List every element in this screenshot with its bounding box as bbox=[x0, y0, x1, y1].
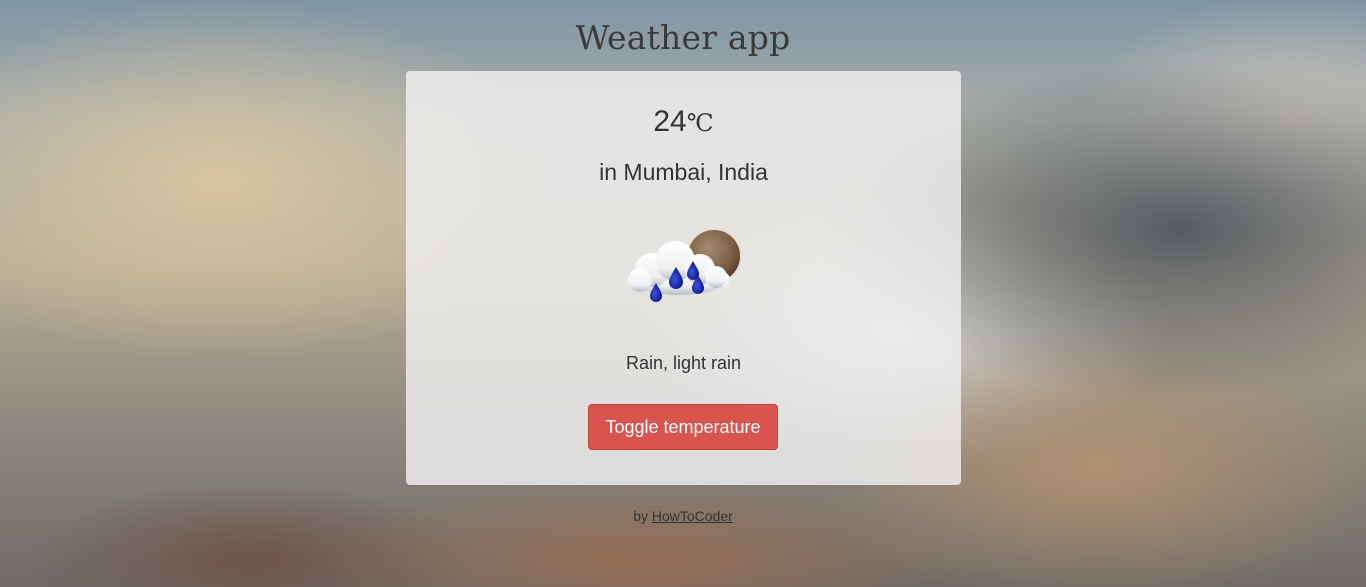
temperature-value: 24 bbox=[653, 105, 687, 138]
howtocoder-link[interactable]: HowToCoder bbox=[652, 508, 733, 524]
weather-card: 24℃ in Mumbai, India Rain, light rain To… bbox=[406, 71, 961, 485]
footer-by-text: by bbox=[633, 508, 648, 524]
page-title: Weather app bbox=[575, 18, 791, 57]
toggle-temperature-button[interactable]: Toggle temperature bbox=[588, 404, 778, 450]
footer-credit: by HowToCoder bbox=[0, 508, 1366, 524]
temperature-unit: ℃ bbox=[686, 109, 714, 137]
weather-description: Rain, light rain bbox=[625, 353, 742, 373]
temperature-display: 24℃ bbox=[406, 105, 961, 139]
rain-cloud-moon-icon bbox=[620, 223, 744, 315]
location-label: in Mumbai, India bbox=[599, 159, 768, 185]
